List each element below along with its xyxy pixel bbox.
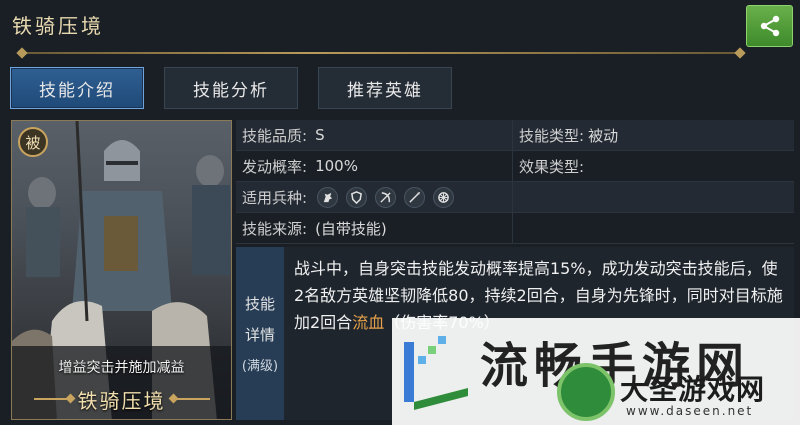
- watermark-logo-icon: [404, 336, 468, 410]
- watermark-circle-logo: [557, 363, 615, 421]
- passive-badge: 被: [18, 127, 48, 157]
- skill-card: 被 增益突击并施加减益 铁骑压境: [11, 120, 232, 420]
- detail-label-line1: 技能: [244, 295, 275, 313]
- watermark-brand-name: 大圣游戏网: [620, 373, 766, 406]
- detail-label: 技能 详情 (满级): [236, 247, 284, 420]
- info-row-troops: 适用兵种:: [236, 182, 794, 213]
- probability-value: 100%: [315, 157, 358, 175]
- info-row-quality: 技能品质: S 技能类型: 被动: [236, 120, 794, 151]
- quality-value: S: [315, 126, 325, 144]
- troop-icons: [317, 186, 455, 208]
- troops-label: 适用兵种:: [242, 188, 308, 207]
- ornament-left: [33, 398, 70, 400]
- spear-icon: [404, 186, 426, 208]
- share-button[interactable]: [746, 5, 793, 47]
- cavalry-icon: [317, 186, 339, 208]
- tab-bar: 技能介绍 技能分析 推荐英雄: [10, 67, 452, 109]
- info-row-source: 技能来源: (自带技能): [236, 213, 794, 244]
- source-label: 技能来源:: [242, 219, 308, 238]
- effect-type-label: 效果类型:: [519, 157, 585, 176]
- type-value: 被动: [588, 126, 619, 145]
- bleed-highlight: 流血: [352, 313, 385, 332]
- shield-icon: [346, 186, 368, 208]
- ornament-right: [173, 398, 210, 400]
- info-row-probability: 发动概率: 100% 效果类型:: [236, 151, 794, 182]
- source-value: (自带技能): [315, 219, 387, 238]
- detail-label-line2: 详情: [244, 326, 275, 344]
- card-name: 铁骑压境: [77, 388, 166, 413]
- tab-recommended-heroes[interactable]: 推荐英雄: [318, 67, 452, 109]
- tab-skill-analysis[interactable]: 技能分析: [164, 67, 298, 109]
- skill-info-table: 技能品质: S 技能类型: 被动 发动概率: 100% 效果类型: 适用兵种:: [236, 120, 794, 244]
- probability-label: 发动概率:: [242, 157, 308, 176]
- card-name-bar: 铁骑压境: [12, 381, 231, 417]
- watermark-url: www.daseen.net: [626, 404, 754, 418]
- title-divider: [24, 52, 738, 54]
- page-title: 铁骑压境: [12, 14, 104, 38]
- wheel-icon: [433, 186, 455, 208]
- detail-label-level: (满级): [241, 359, 279, 374]
- quality-label: 技能品质:: [242, 126, 308, 145]
- share-icon: [760, 15, 779, 37]
- type-label: 技能类型:: [519, 126, 585, 145]
- bow-icon: [375, 186, 397, 208]
- site-watermark: 流畅手游网 大圣游戏网 www.daseen.net: [392, 318, 800, 425]
- tab-skill-intro[interactable]: 技能介绍: [10, 67, 144, 109]
- card-subtitle: 增益突击并施加减益: [58, 360, 185, 376]
